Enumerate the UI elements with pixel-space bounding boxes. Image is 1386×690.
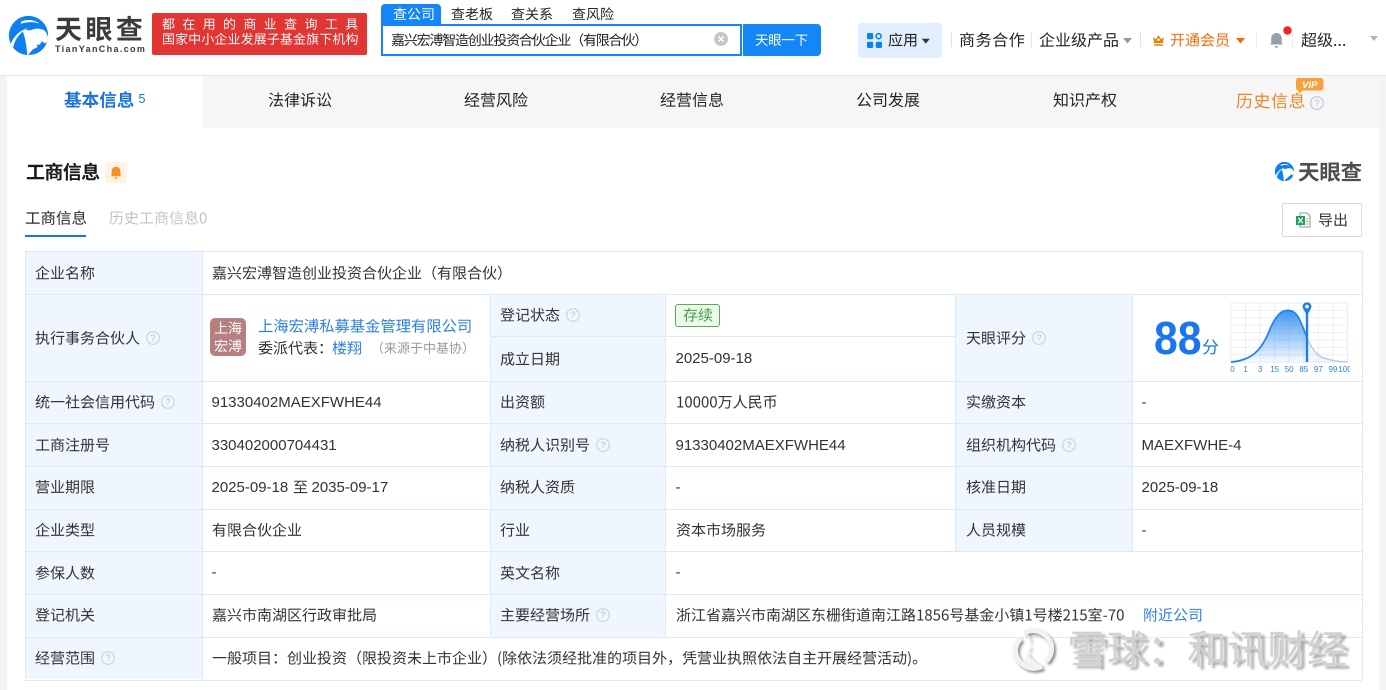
svg-text:85: 85 [1299, 365, 1308, 374]
svg-text:?: ? [1314, 98, 1319, 108]
svg-text:?: ? [600, 610, 605, 620]
svg-text:97: 97 [1314, 365, 1323, 374]
svg-text:?: ? [105, 653, 110, 663]
svg-text:50: 50 [1285, 365, 1294, 374]
svg-text:1: 1 [1243, 365, 1248, 374]
svg-text:?: ? [600, 440, 605, 450]
svg-text:15: 15 [1270, 365, 1279, 374]
svg-text:?: ? [1066, 440, 1071, 450]
svg-text:3: 3 [1258, 365, 1263, 374]
svg-text:?: ? [165, 397, 170, 407]
svg-text:100: 100 [1338, 365, 1350, 374]
svg-text:?: ? [570, 311, 575, 321]
svg-text:0: 0 [1230, 365, 1235, 374]
svg-text:99: 99 [1328, 365, 1337, 374]
svg-text:VIP: VIP [1302, 80, 1318, 91]
svg-text:?: ? [150, 333, 155, 343]
svg-text:?: ? [1036, 333, 1041, 343]
